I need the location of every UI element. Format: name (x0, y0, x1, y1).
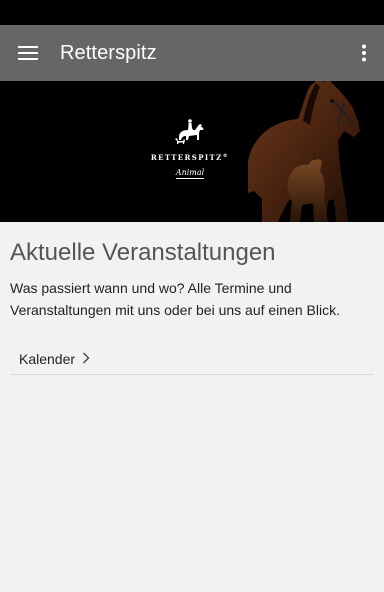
page-description: Was passiert wann und wo? Alle Termine u… (10, 280, 340, 318)
more-vert-icon (362, 44, 366, 62)
brand-name: RETTERSPITZ® (150, 153, 230, 162)
menu-icon (18, 46, 38, 60)
page-title: Aktuelle Veranstaltungen (10, 239, 276, 266)
calendar-link-label: Kalender (19, 351, 76, 367)
horse-rider-dog-logo (175, 119, 204, 144)
horse-and-dog-photo (248, 81, 360, 222)
brand-logo: RETTERSPITZ® Animal (150, 115, 230, 187)
brand-subtitle: Animal (175, 168, 205, 179)
chevron-right-icon (83, 352, 90, 364)
status-bar (0, 0, 384, 25)
app-title: Retterspitz (60, 42, 157, 64)
calendar-link[interactable]: Kalender (10, 344, 374, 375)
overflow-menu-button[interactable] (352, 33, 376, 73)
app-bar: Retterspitz (0, 25, 384, 81)
menu-button[interactable] (8, 33, 48, 73)
hero-banner: RETTERSPITZ® Animal (0, 81, 384, 222)
